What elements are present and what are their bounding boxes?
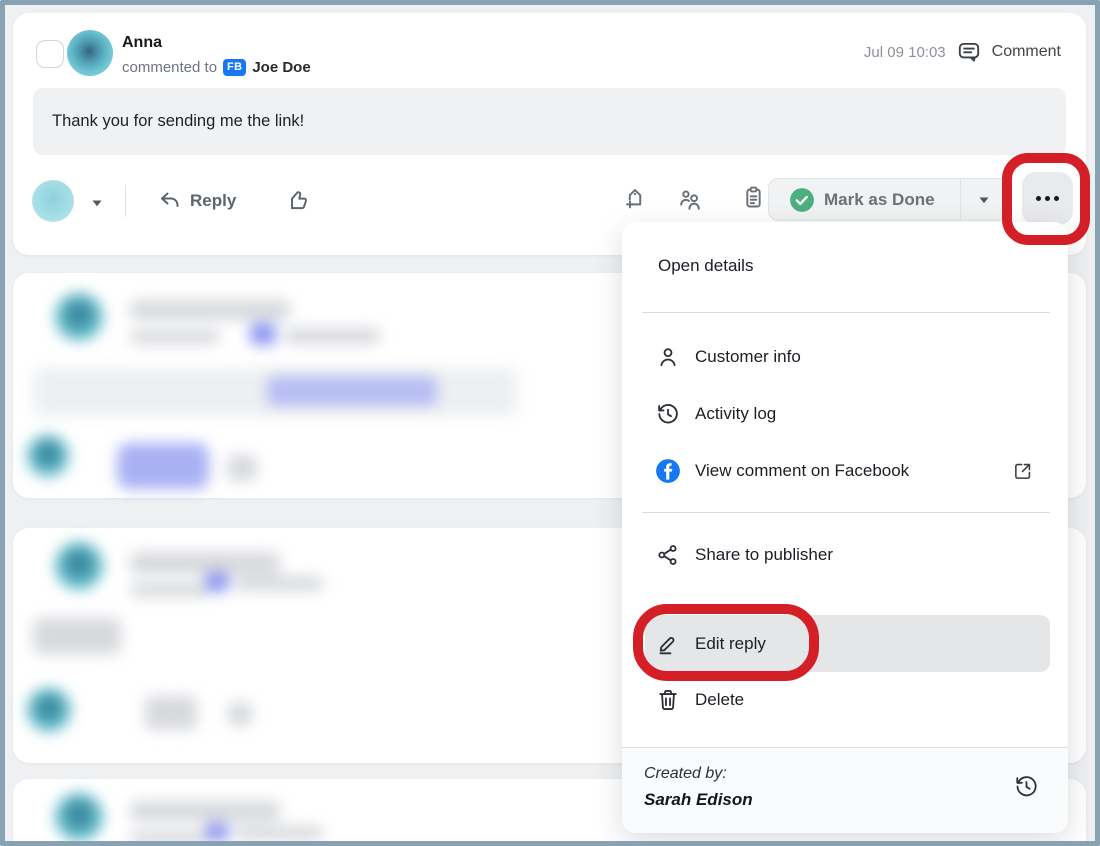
check-circle-icon bbox=[789, 187, 815, 213]
external-link-icon[interactable] bbox=[1012, 460, 1034, 482]
comment-message: Thank you for sending me the link! bbox=[33, 88, 1066, 155]
menu-item-activity-log[interactable]: Activity log bbox=[622, 385, 1068, 442]
ellipsis-icon bbox=[1036, 196, 1041, 201]
menu-item-label: Customer info bbox=[695, 347, 801, 367]
reply-as-avatar[interactable] bbox=[32, 180, 74, 222]
trash-icon bbox=[655, 687, 681, 713]
assign-users-button[interactable] bbox=[676, 186, 704, 214]
pencil-icon bbox=[655, 631, 681, 657]
user-icon bbox=[655, 344, 681, 370]
clipboard-note-button[interactable] bbox=[740, 184, 767, 211]
avatar bbox=[67, 30, 113, 76]
menu-divider bbox=[642, 312, 1050, 313]
menu-footer: Created by: Sarah Edison bbox=[622, 747, 1068, 833]
timestamp: Jul 09 10:03 bbox=[864, 44, 946, 61]
menu-item-share-to-publisher[interactable]: Share to publisher bbox=[622, 526, 1068, 583]
created-by-name: Sarah Edison bbox=[644, 790, 1046, 810]
facebook-badge: FB bbox=[223, 59, 246, 76]
mark-as-done-button[interactable]: Mark as Done bbox=[768, 178, 1008, 221]
app-window: Anna commented to FB Joe Doe Jul 09 10:0… bbox=[0, 0, 1100, 846]
mark-as-done-label: Mark as Done bbox=[824, 190, 935, 210]
menu-item-label: Edit reply bbox=[695, 634, 766, 654]
author-name: Anna bbox=[122, 34, 162, 52]
menu-item-edit-reply[interactable]: Edit reply bbox=[645, 615, 1050, 672]
more-options-menu: Open details Customer info Activity log bbox=[622, 222, 1068, 833]
created-by-label: Created by: bbox=[644, 765, 1046, 783]
menu-item-label: Share to publisher bbox=[695, 545, 833, 565]
menu-divider bbox=[642, 512, 1050, 513]
reply-icon bbox=[158, 189, 182, 213]
menu-item-customer-info[interactable]: Customer info bbox=[622, 328, 1068, 385]
menu-item-view-on-facebook[interactable]: View comment on Facebook bbox=[622, 442, 1068, 499]
history-icon bbox=[655, 401, 681, 427]
history-icon[interactable] bbox=[1013, 773, 1040, 800]
comment-bubble-icon bbox=[956, 39, 982, 65]
toolbar-divider bbox=[125, 185, 126, 217]
comment-card: Anna commented to FB Joe Doe Jul 09 10:0… bbox=[13, 13, 1086, 255]
menu-item-label: Activity log bbox=[695, 404, 776, 424]
menu-item-delete[interactable]: Delete bbox=[622, 674, 1068, 726]
facebook-icon bbox=[655, 458, 681, 484]
recipient-name: Joe Doe bbox=[252, 59, 310, 76]
more-options-button[interactable] bbox=[1022, 172, 1073, 225]
action-text: commented to bbox=[122, 59, 217, 76]
chevron-down-icon[interactable] bbox=[961, 192, 1007, 208]
menu-item-label: View comment on Facebook bbox=[695, 461, 909, 481]
add-tag-button[interactable] bbox=[621, 184, 649, 212]
reply-label: Reply bbox=[190, 191, 236, 211]
share-icon bbox=[655, 542, 681, 568]
reply-button[interactable]: Reply bbox=[158, 189, 236, 213]
select-checkbox[interactable] bbox=[36, 40, 64, 68]
like-button[interactable] bbox=[285, 187, 311, 213]
menu-item-open-details[interactable]: Open details bbox=[658, 256, 753, 276]
chevron-down-icon[interactable] bbox=[89, 195, 105, 211]
type-label: Comment bbox=[992, 43, 1061, 61]
menu-item-label: Delete bbox=[695, 690, 744, 710]
